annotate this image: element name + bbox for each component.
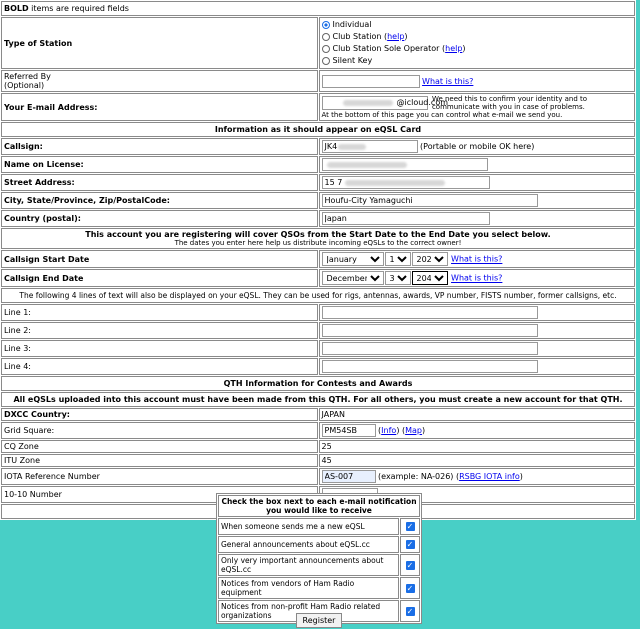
city-input[interactable]: [321, 194, 538, 207]
start-month-select[interactable]: January: [321, 252, 384, 266]
itu-label: ITU Zone: [1, 454, 318, 467]
notif-important-checkbox[interactable]: ✓: [405, 560, 415, 570]
end-date-what-link[interactable]: What is this?: [451, 274, 502, 283]
line3-input[interactable]: [321, 342, 538, 355]
dates-note: This account you are registering will co…: [1, 228, 635, 249]
end-date-label: Callsign End Date: [1, 269, 318, 287]
redacted-name: [326, 161, 407, 168]
section-card-heading: Information as it should appear on eQSL …: [1, 122, 635, 137]
redacted-street: [345, 179, 446, 186]
street-label: Street Address:: [1, 174, 318, 191]
start-day-select[interactable]: 1: [384, 252, 411, 266]
cq-value: 25: [318, 440, 635, 453]
register-button[interactable]: Register: [296, 613, 342, 628]
name-input[interactable]: [321, 158, 488, 171]
start-date-label: Callsign Start Date: [1, 250, 318, 268]
notif-new-eqsl-checkbox[interactable]: ✓: [405, 522, 415, 531]
email-label: Your E-mail Address:: [1, 93, 318, 121]
email-note-2: At the bottom of this page you can contr…: [321, 111, 563, 119]
iota-input[interactable]: [321, 470, 376, 483]
radio-icon[interactable]: [321, 45, 330, 53]
section-qth-heading: QTH Information for Contests and Awards: [1, 376, 635, 391]
city-label: City, State/Province, Zip/PostalCode:: [1, 192, 318, 209]
registration-form: BOLD items are required fields Type of S…: [0, 0, 636, 520]
notification-panel: Check the box next to each e-mail notifi…: [216, 493, 422, 624]
required-note: BOLD items are required fields: [1, 1, 635, 16]
radio-silent-key[interactable]: Silent Key: [321, 55, 633, 67]
line1-label: Line 1:: [1, 304, 318, 321]
street-input[interactable]: 15 7: [321, 176, 490, 189]
lines-note: The following 4 lines of text will also …: [1, 288, 635, 303]
country-input[interactable]: [321, 212, 490, 225]
country-label: Country (postal):: [1, 210, 318, 227]
station-type-options: Individual Club Station (help) Club Stat…: [318, 17, 635, 69]
notification-title: Check the box next to each e-mail notifi…: [218, 495, 420, 517]
help-link[interactable]: help: [445, 43, 462, 55]
callsign-input[interactable]: JK4: [321, 140, 418, 153]
notif-label: General announcements about eQSL.cc: [218, 536, 399, 553]
qth-note: All eQSLs uploaded into this account mus…: [1, 392, 635, 407]
station-type-label: Type of Station: [1, 17, 318, 69]
grid-input[interactable]: [321, 424, 376, 437]
notif-nonprofit-checkbox[interactable]: ✓: [405, 606, 415, 616]
cq-label: CQ Zone: [1, 440, 318, 453]
line4-input[interactable]: [321, 360, 538, 373]
notif-vendors-checkbox[interactable]: ✓: [405, 583, 415, 593]
referred-label: Referred By (Optional): [1, 70, 318, 92]
notif-label: Notices from vendors of Ham Radio equipm…: [218, 577, 399, 599]
callsign-note: (Portable or mobile OK here): [420, 142, 535, 151]
redacted-email: [342, 99, 393, 106]
end-month-select[interactable]: December: [321, 271, 384, 285]
help-link[interactable]: help: [387, 31, 404, 43]
end-day-select[interactable]: 31: [384, 271, 411, 285]
name-label: Name on License:: [1, 156, 318, 173]
redacted-callsign: [338, 143, 367, 150]
radio-individual[interactable]: Individual: [321, 19, 633, 31]
email-note: We need this to confirm your identity an…: [431, 95, 588, 111]
radio-icon[interactable]: [321, 57, 330, 65]
line2-input[interactable]: [321, 324, 538, 337]
iota-info-link[interactable]: RSBG IOTA info: [459, 472, 520, 481]
referred-input[interactable]: [321, 74, 420, 88]
radio-icon[interactable]: [321, 33, 330, 41]
notif-general-checkbox[interactable]: ✓: [405, 540, 415, 549]
notif-label: When someone sends me a new eQSL: [218, 518, 399, 535]
grid-info-link[interactable]: Info: [381, 426, 396, 435]
line1-input[interactable]: [321, 306, 538, 319]
grid-map-link[interactable]: Map: [405, 426, 422, 435]
dxcc-label: DXCC Country:: [1, 408, 318, 421]
dxcc-value: JAPAN: [318, 408, 635, 421]
start-year-select[interactable]: 2020: [411, 252, 448, 266]
callsign-label: Callsign:: [1, 138, 318, 155]
radio-club-sole-operator[interactable]: Club Station Sole Operator (help): [321, 43, 633, 55]
start-date-what-link[interactable]: What is this?: [451, 255, 502, 264]
itu-value: 45: [318, 454, 635, 467]
end-year-select[interactable]: 2040: [411, 271, 448, 285]
line2-label: Line 2:: [1, 322, 318, 339]
grid-label: Grid Square:: [1, 422, 318, 439]
line4-label: Line 4:: [1, 358, 318, 375]
iota-label: IOTA Reference Number: [1, 468, 318, 485]
email-input[interactable]: @icloud.com: [321, 96, 448, 110]
notif-label: Only very important announcements about …: [218, 554, 399, 576]
radio-club-station[interactable]: Club Station (help): [321, 31, 633, 43]
radio-selected-icon[interactable]: [321, 21, 330, 29]
line3-label: Line 3:: [1, 340, 318, 357]
referred-what-link[interactable]: What is this?: [422, 77, 473, 86]
